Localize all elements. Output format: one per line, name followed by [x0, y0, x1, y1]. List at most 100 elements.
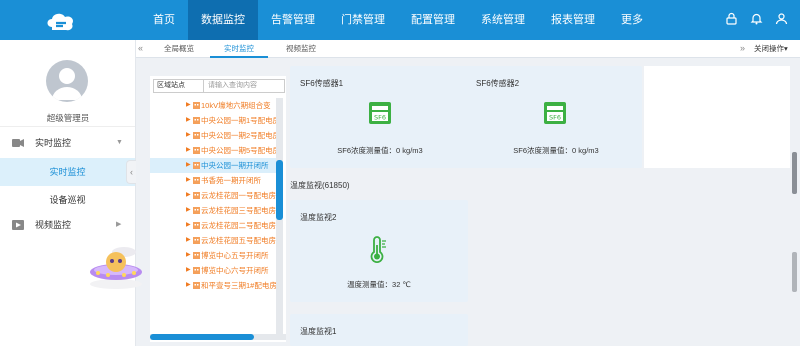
tree-node-label: 云龙桂花园三号配电房: [201, 206, 276, 215]
building-icon: [193, 207, 200, 214]
camera-icon: [12, 139, 24, 147]
scrollbar-thumb[interactable]: [276, 160, 283, 220]
tree-node-label: 和平壹号三期1#配电房: [201, 281, 277, 290]
thermometer-icon: [370, 236, 386, 263]
building-icon: [193, 222, 200, 229]
building-icon: [193, 147, 200, 154]
nav-system-management[interactable]: 系统管理: [468, 0, 538, 40]
sidebar-collapse-button[interactable]: ‹: [126, 160, 136, 184]
nav-more[interactable]: 更多: [608, 0, 656, 40]
tree-node[interactable]: ▶ 10kV壕地六期组合变: [150, 98, 278, 113]
nav-data-monitoring[interactable]: 数据监控: [188, 0, 258, 40]
tree-horizontal-scrollbar[interactable]: [150, 334, 286, 340]
scrollbar-thumb[interactable]: [150, 334, 254, 340]
main-scrollbar-thumb[interactable]: [792, 152, 797, 194]
nav-alarm-management[interactable]: 告警管理: [258, 0, 328, 40]
user-name: 超级管理员: [46, 113, 90, 123]
building-icon: [193, 252, 200, 259]
caret-right-icon: ▶: [186, 222, 191, 228]
nav-config-management[interactable]: 配置管理: [398, 0, 468, 40]
tree-search-bar: 区域站点 请输入查询内容: [153, 79, 285, 93]
menu-group-label: 实时监控: [35, 138, 72, 148]
tree-node-label: 博览中心五号开闭所: [201, 251, 269, 260]
tree-node[interactable]: ▶ 中央公园一期2号配电房: [150, 128, 278, 143]
divider: [0, 126, 135, 127]
building-icon: [193, 267, 200, 274]
main-nav: 首页 数据监控 告警管理 门禁管理 配置管理 系统管理 报表管理 更多: [140, 0, 656, 40]
sensor-reading: SF6浓度测量值：0 kg/m3: [337, 146, 423, 155]
bell-icon[interactable]: [750, 12, 763, 25]
sensor-reading: 温度测量值：32 ℃: [347, 280, 411, 289]
tree-node[interactable]: ▶ 云龙桂花园二号配电房: [150, 218, 278, 233]
tab-video-monitoring[interactable]: 视频监控: [272, 40, 330, 58]
tree-node[interactable]: ▶ 云龙桂花园五号配电房: [150, 233, 278, 248]
sidebar: 超级管理员 实时监控 ▼ 实时监控 设备巡视 视频监控 ▶ ‹: [0, 40, 136, 346]
building-icon: [193, 132, 200, 139]
building-icon: [193, 192, 200, 199]
caret-right-icon: ▶: [186, 162, 191, 168]
caret-right-icon: ▶: [186, 147, 191, 153]
nav-report-management[interactable]: 报表管理: [538, 0, 608, 40]
caret-right-icon: ▶: [186, 117, 191, 123]
section-title: 温度监视(61850): [290, 181, 350, 190]
caret-right-icon: ▶: [186, 252, 191, 258]
tree-search-input[interactable]: 请输入查询内容: [204, 80, 284, 92]
tree-node[interactable]: ▶ 博览中心五号开闭所: [150, 248, 278, 263]
tree-node[interactable]: ▶ 和平壹号三期1#配电房: [150, 278, 278, 293]
caret-right-icon: ▶: [116, 221, 122, 228]
building-icon: [193, 102, 200, 109]
top-navbar: 首页 数据监控 告警管理 门禁管理 配置管理 系统管理 报表管理 更多: [0, 0, 800, 40]
svg-text:SF6: SF6: [374, 114, 386, 122]
tree-node[interactable]: ▶ 中央公园一期1号配电房: [150, 113, 278, 128]
sensor-title: 温度监视1: [300, 327, 337, 336]
sensor-title: 温度监视2: [300, 213, 337, 222]
menu-group-label: 视频监控: [35, 220, 72, 230]
tree-vertical-scrollbar[interactable]: [276, 98, 283, 338]
tree-node[interactable]: ▶ 云龙桂花园三号配电房: [150, 203, 278, 218]
sensor-title: SF6传感器1: [300, 79, 344, 88]
scope-select[interactable]: 区域站点: [154, 80, 204, 92]
tab-scroll-right-icon[interactable]: »: [740, 43, 745, 53]
caret-right-icon: ▶: [186, 192, 191, 198]
sf6-sensor-icon: SF6: [369, 102, 391, 124]
nav-home[interactable]: 首页: [140, 0, 188, 40]
tree-node[interactable]: ▶ 博览中心六号开闭所: [150, 263, 278, 278]
video-icon: [12, 220, 24, 230]
caret-right-icon: ▶: [186, 237, 191, 243]
caret-down-icon: ▼: [116, 139, 123, 146]
caret-right-icon: ▶: [186, 267, 191, 273]
tree-node[interactable]: ▶ 中央公园一期5号配电房: [150, 143, 278, 158]
avatar[interactable]: [46, 60, 88, 102]
tab-global-overview[interactable]: 全局概览: [150, 40, 208, 58]
caret-right-icon: ▶: [186, 207, 191, 213]
tree-node-label: 云龙桂花园二号配电房: [201, 221, 276, 230]
logo-icon: [47, 13, 74, 31]
tree-node-label: 中央公园一期5号配电房: [201, 146, 278, 155]
top-icon-group: [725, 12, 788, 25]
user-icon[interactable]: [775, 12, 788, 25]
ufo-mascot-icon: [90, 247, 142, 289]
main-scrollbar-thumb[interactable]: [792, 252, 797, 292]
close-operations-dropdown[interactable]: 关闭操作▾: [754, 40, 788, 58]
tree-node-selected[interactable]: ▶ 中央公园一期开闭所: [150, 158, 278, 173]
tree-node[interactable]: ▶ 书香苑一期开闭所: [150, 173, 278, 188]
tab-realtime-monitoring[interactable]: 实时监控: [210, 40, 268, 58]
tab-scroll-left-icon[interactable]: «: [138, 43, 143, 53]
caret-right-icon: ▶: [186, 282, 191, 288]
menu-item-device-patrol[interactable]: 设备巡视: [0, 186, 135, 214]
building-icon: [193, 162, 200, 169]
building-icon: [193, 237, 200, 244]
caret-right-icon: ▶: [186, 132, 191, 138]
tree-node-label: 中央公园一期2号配电房: [201, 131, 278, 140]
menu-group-video-monitoring[interactable]: 视频监控 ▶: [0, 214, 135, 236]
menu-item-realtime-monitoring[interactable]: 实时监控: [0, 158, 135, 186]
menu-group-realtime-monitoring[interactable]: 实时监控 ▼: [0, 132, 135, 154]
tree-node-label: 博览中心六号开闭所: [201, 266, 269, 275]
tree-node[interactable]: ▶ 云龙桂花园一号配电房: [150, 188, 278, 203]
empty-panel: [644, 66, 790, 168]
svg-text:SF6: SF6: [549, 114, 561, 122]
lock-icon[interactable]: [725, 12, 738, 25]
nav-access-control[interactable]: 门禁管理: [328, 0, 398, 40]
building-icon: [193, 117, 200, 124]
sf6-sensor-icon: SF6: [544, 102, 566, 124]
